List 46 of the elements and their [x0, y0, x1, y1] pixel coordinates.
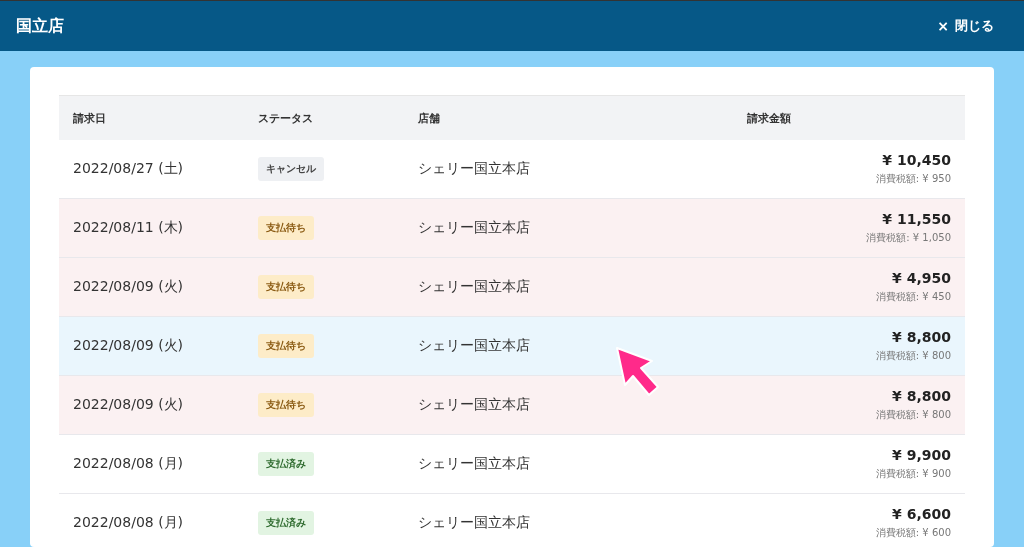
amount-text: ¥ 4,950	[892, 270, 951, 286]
date-cell-text: 2022/08/08 (月)	[72, 514, 185, 532]
tax-text: 消費税額: ¥ 950	[875, 172, 951, 186]
status-badge: 支払待ち	[258, 216, 314, 240]
store-cell-text: シェリー国立本店	[418, 337, 531, 355]
store-cell-text: シェリー国立本店	[418, 278, 531, 296]
table-row[interactable]: 2022/08/11 (木) 支払待ち シェリー国立本店 ¥ 11,550 消費税額: ¥ 1,050	[59, 199, 965, 258]
date-cell-text: 2022/08/27 (土)	[72, 160, 185, 178]
store-cell-text: シェリー国立本店	[418, 455, 531, 473]
status-badge: 支払済み	[258, 452, 314, 476]
store-cell-text: シェリー国立本店	[418, 219, 531, 237]
table-row[interactable]: 2022/08/09 (火) 支払待ち シェリー国立本店 ¥ 4,950 消費税額: ¥ 450	[59, 258, 965, 317]
date-cell-text: 2022/08/09 (火)	[72, 337, 185, 355]
amount-text: ¥ 10,450	[882, 152, 951, 168]
table-row[interactable]: 2022/08/09 (火) 支払待ち シェリー国立本店 ¥ 8,800 消費税額: ¥ 800	[59, 376, 965, 435]
date-cell-text: 2022/08/09 (火)	[72, 278, 185, 296]
status-badge: 支払待ち	[258, 275, 314, 299]
date-cell-text: 2022/08/09 (火)	[72, 396, 185, 414]
column-header: 請求日	[72, 110, 107, 126]
amount-text: ¥ 8,800	[892, 329, 951, 345]
status-badge: キャンセル	[258, 157, 324, 181]
column-header: 請求金額	[747, 110, 792, 126]
column-header: 店舗	[418, 110, 441, 126]
amount-text: ¥ 8,800	[892, 388, 951, 404]
store-cell-text: シェリー国立本店	[418, 396, 531, 414]
tax-text: 消費税額: ¥ 800	[875, 408, 951, 422]
column-header: ステータス	[258, 110, 314, 126]
amount-text: ¥ 9,900	[892, 447, 951, 463]
tax-text: 消費税額: ¥ 450	[875, 290, 951, 304]
date-cell-text: 2022/08/11 (木)	[72, 219, 185, 237]
amount-text: ¥ 6,600	[892, 506, 951, 522]
status-badge: 支払待ち	[258, 334, 314, 358]
tax-text: 消費税額: ¥ 900	[875, 467, 951, 481]
window-title: 国立店	[16, 15, 64, 37]
close-button[interactable]: × 閉じる	[937, 17, 994, 35]
pointer-arrow-icon	[614, 345, 662, 397]
tax-text: 消費税額: ¥ 1,050	[866, 231, 951, 245]
tax-text: 消費税額: ¥ 800	[875, 349, 951, 363]
status-badge: 支払済み	[258, 511, 314, 535]
store-cell-text: シェリー国立本店	[418, 160, 531, 178]
status-badge: 支払待ち	[258, 393, 314, 417]
amount-text: ¥ 11,550	[882, 211, 951, 227]
date-cell-text: 2022/08/08 (月)	[72, 455, 185, 473]
tax-text: 消費税額: ¥ 600	[875, 526, 951, 540]
store-cell-text: シェリー国立本店	[418, 514, 531, 532]
table-row[interactable]: 2022/08/09 (火) 支払待ち シェリー国立本店 ¥ 8,800 消費税額: ¥ 800	[59, 317, 965, 376]
